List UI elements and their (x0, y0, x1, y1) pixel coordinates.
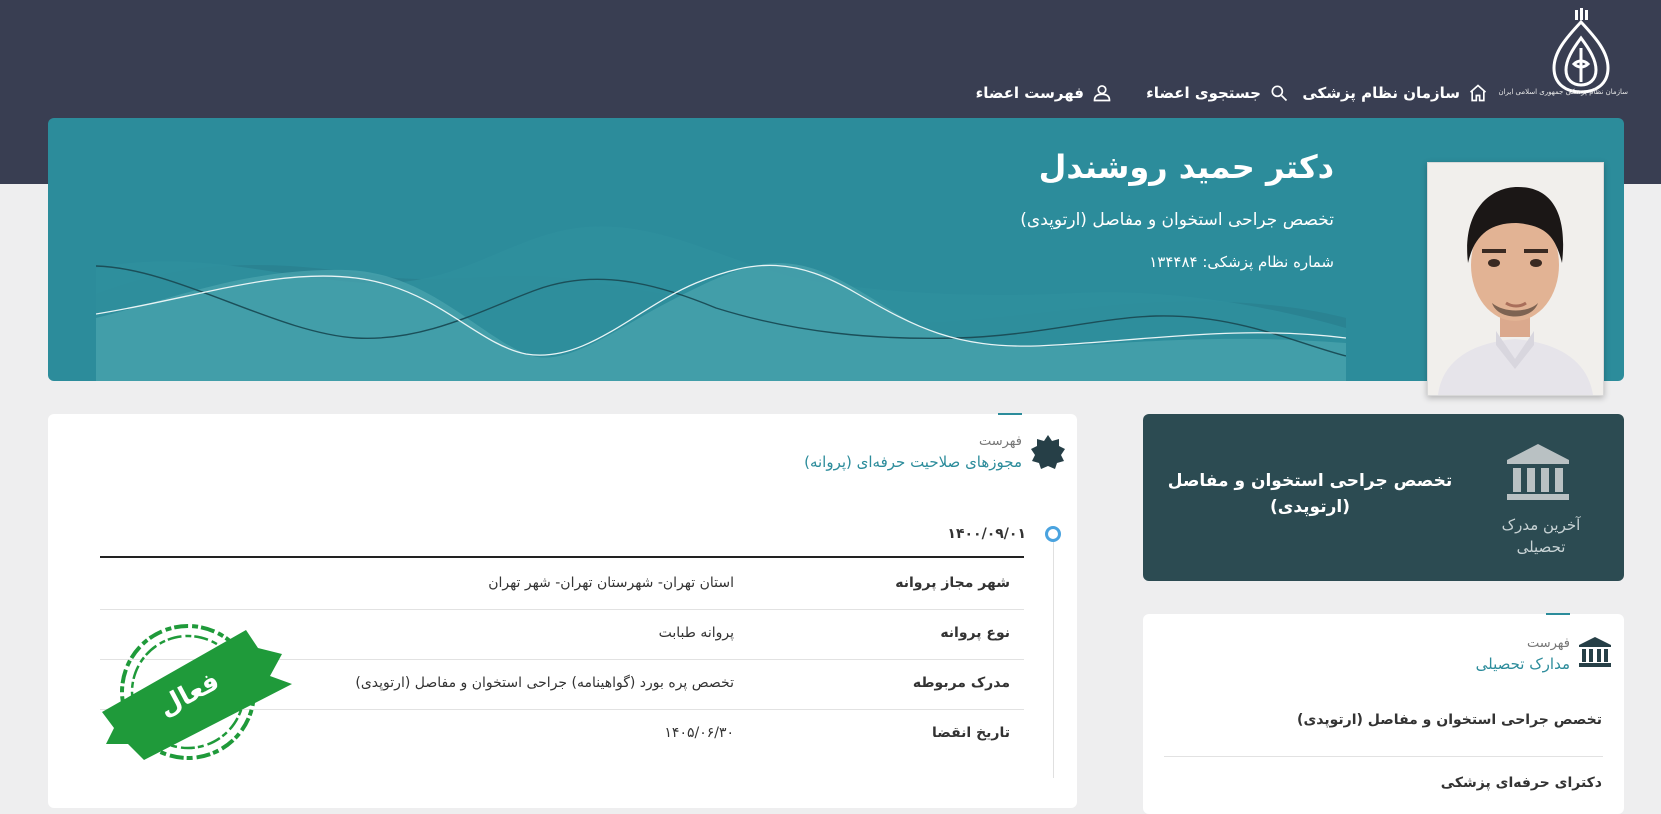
latest-degree-label-line1: آخرین مدرک (1501, 516, 1581, 534)
nav-home-link[interactable]: سازمان نظام پزشکی (1302, 80, 1488, 106)
home-icon (1469, 84, 1487, 102)
latest-degree-label: آخرین مدرک تحصیلی (1486, 514, 1596, 558)
search-icon (1271, 85, 1288, 102)
latest-degree-value-line2: (ارتوپدی) (1270, 497, 1350, 517)
license-table-rule (100, 556, 1024, 558)
license-row-value: ۱۴۰۵/۰۶/۳۰ (664, 725, 734, 741)
license-row-value: پروانه طبابت (658, 625, 734, 641)
education-divider (1164, 756, 1603, 757)
profile-hero (48, 118, 1624, 381)
licenses-title: مجوزهای صلاحیت حرفه‌ای (پروانه) (804, 453, 1022, 471)
institution-icon (1579, 637, 1611, 667)
nav-members-label: فهرست اعضاء (975, 84, 1084, 102)
education-item[interactable]: تخصص جراحی استخوان و مفاصل (ارتوپدی) (1297, 712, 1602, 728)
license-row-label: شهر مجاز پروانه (895, 575, 1010, 591)
card-accent-bar (998, 413, 1022, 415)
portrait-image (1428, 163, 1603, 395)
education-small-label: فهرست (1526, 636, 1570, 651)
license-row-label: نوع پروانه (940, 625, 1010, 641)
nav-search-label: جستجوی اعضاء (1146, 84, 1261, 102)
license-row-label: مدرک مربوطه (912, 675, 1010, 691)
license-row: شهر مجاز پروانه استان تهران- شهرستان تهر… (100, 559, 1024, 610)
institution-icon (1507, 444, 1569, 500)
latest-degree-label-line2: تحصیلی (1516, 538, 1566, 556)
license-issue-date: ۱۴۰۰/۰۹/۰۱ (947, 526, 1026, 542)
card-accent-bar (1546, 613, 1570, 615)
user-icon (1093, 85, 1111, 102)
medical-council-number: شماره نظام پزشکی: ۱۳۴۴۸۴ (1149, 253, 1334, 271)
doctor-photo (1427, 162, 1604, 396)
doctor-name: دکتر حمید روشندل (1038, 148, 1334, 186)
timeline-dot (1045, 526, 1061, 542)
nav-home-label: سازمان نظام پزشکی (1302, 84, 1460, 102)
education-title: مدارک تحصیلی (1475, 655, 1570, 673)
education-item[interactable]: دکترای حرفه‌ای پزشکی (1441, 775, 1602, 791)
license-row-value: استان تهران- شهرستان تهران- شهر تهران (488, 575, 734, 591)
licenses-small-label: فهرست (978, 434, 1022, 449)
logo-caption: سازمان نظام پزشکی جمهوری اسلامی ایران (1498, 88, 1628, 96)
license-row-label: تاریخ انقضا (932, 725, 1010, 741)
medical-number-value: ۱۳۴۴۸۴ (1149, 253, 1198, 271)
badge-icon (1031, 435, 1065, 469)
latest-degree-value-line1: تخصص جراحی استخوان و مفاصل (1167, 471, 1453, 491)
active-stamp: فعال (102, 624, 292, 760)
medical-number-label: شماره نظام پزشکی: (1202, 253, 1334, 271)
latest-degree-value: تخصص جراحی استخوان و مفاصل (ارتوپدی) (1160, 468, 1460, 520)
timeline-line (1053, 538, 1054, 778)
nav-search-link[interactable]: جستجوی اعضاء (1146, 80, 1289, 106)
license-row-value: تخصص پره بورد (گواهینامه) جراحی استخوان … (355, 675, 734, 691)
nav-members-link[interactable]: فهرست اعضاء (976, 80, 1112, 106)
doctor-specialty: تخصص جراحی استخوان و مفاصل (ارتوپدی) (1020, 210, 1334, 230)
